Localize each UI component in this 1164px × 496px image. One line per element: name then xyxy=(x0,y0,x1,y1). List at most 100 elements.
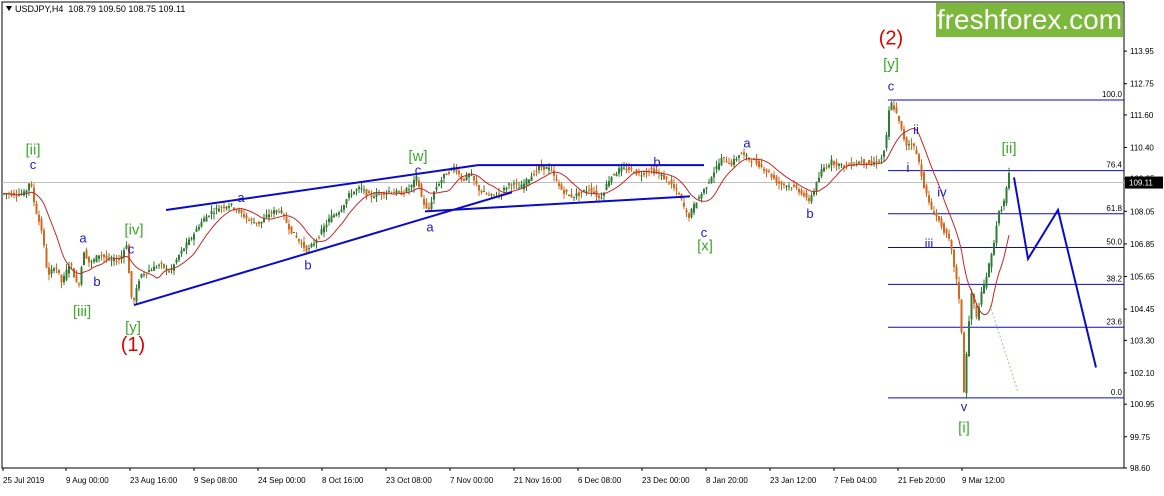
candle-body xyxy=(895,107,898,113)
candle-body xyxy=(693,204,695,213)
candle-body xyxy=(928,195,930,203)
wave-label: v xyxy=(961,399,968,414)
candle-body xyxy=(345,199,348,205)
candle-body xyxy=(70,263,73,265)
x-axis-tick-label: 8 Oct 16:00 xyxy=(322,476,364,485)
candle-body xyxy=(105,255,108,259)
candle-body xyxy=(570,194,573,198)
candle-body xyxy=(438,184,440,186)
candle-body xyxy=(210,211,213,215)
candle-body xyxy=(598,195,600,198)
candle-body xyxy=(868,160,870,164)
candle-body xyxy=(995,225,998,243)
candle-body xyxy=(533,173,535,176)
candle-body xyxy=(243,214,245,218)
candle-body xyxy=(815,182,818,192)
candle-body xyxy=(910,143,913,145)
candle-body xyxy=(805,192,808,198)
candle-body xyxy=(43,230,45,246)
candle-body xyxy=(300,243,303,245)
candle-body xyxy=(290,226,293,234)
x-axis-tick-label: 23 Dec 00:00 xyxy=(642,476,690,485)
candle-body xyxy=(225,206,228,209)
candle-body xyxy=(740,153,743,155)
candle-body xyxy=(563,189,565,194)
candle-body xyxy=(858,162,860,164)
candle-body xyxy=(838,163,840,166)
candle-body xyxy=(840,164,843,166)
candle-body xyxy=(318,236,320,238)
candle-body xyxy=(870,160,873,164)
candle-body xyxy=(78,283,80,285)
candle-body xyxy=(708,182,710,184)
candle-body xyxy=(883,150,885,157)
candle-body xyxy=(810,195,813,202)
y-axis-tick-label: 99.75 xyxy=(1130,433,1151,442)
candle-body xyxy=(673,184,675,188)
candle-body xyxy=(830,159,833,166)
candle-body xyxy=(340,209,343,212)
candle-body xyxy=(413,179,415,188)
candle-body xyxy=(560,184,563,190)
candle-body xyxy=(508,183,510,185)
candle-body xyxy=(235,209,238,211)
candle-body xyxy=(445,173,448,176)
candle-body xyxy=(493,194,495,196)
candle-body xyxy=(775,176,778,183)
candle-body xyxy=(480,190,483,193)
wave-label: c xyxy=(30,157,37,172)
candle-body xyxy=(215,207,218,209)
candle-body xyxy=(380,192,383,195)
candle-body xyxy=(103,254,105,258)
candle-body xyxy=(405,188,408,192)
fib-level-label: 23.6 xyxy=(1106,317,1122,326)
y-axis-tick-label: 98.60 xyxy=(1130,464,1151,473)
candle-body xyxy=(688,213,690,218)
wave-label: b xyxy=(93,274,100,289)
candle-body xyxy=(698,197,700,199)
candle-body xyxy=(295,235,298,238)
candle-body xyxy=(90,261,93,263)
candle-body xyxy=(958,282,960,299)
candle-body xyxy=(785,185,788,187)
candle-body xyxy=(938,215,940,221)
candle-body xyxy=(35,203,38,214)
candle-body xyxy=(75,274,78,283)
candle-body xyxy=(545,167,548,169)
candle-body xyxy=(293,231,295,233)
candle-body xyxy=(303,241,305,248)
candle-body xyxy=(625,168,628,171)
candle-body xyxy=(668,181,670,184)
candle-body xyxy=(260,221,263,224)
candle-body xyxy=(510,184,513,186)
candle-body xyxy=(935,213,938,217)
candle-body xyxy=(715,166,718,170)
candle-body xyxy=(588,189,590,191)
dropdown-triangle-icon[interactable] xyxy=(6,6,12,11)
candle-body xyxy=(553,170,555,176)
candle-body xyxy=(515,183,518,185)
candle-body xyxy=(943,223,945,233)
candle-body xyxy=(118,259,120,261)
y-axis-tick-label: 110.40 xyxy=(1130,144,1154,153)
candle-body xyxy=(1005,187,1008,204)
candle-body xyxy=(133,298,135,301)
candle-body xyxy=(798,189,800,193)
candle-body xyxy=(550,169,553,171)
y-axis-tick-label: 113.95 xyxy=(1130,47,1154,56)
candle-body xyxy=(788,185,790,187)
candle-body xyxy=(395,190,398,194)
candle-body xyxy=(98,255,100,259)
candle-body xyxy=(660,174,663,177)
candle-body xyxy=(650,167,653,170)
candle-body xyxy=(558,183,560,186)
candle-body xyxy=(485,193,488,195)
candle-body xyxy=(48,267,50,275)
candle-body xyxy=(370,194,373,198)
candle-body xyxy=(933,211,935,215)
candle-body xyxy=(310,244,313,248)
candle-body xyxy=(878,161,880,163)
y-axis-tick-label: 112.75 xyxy=(1130,80,1154,89)
candle-body xyxy=(723,156,725,158)
candle-body xyxy=(53,268,55,271)
